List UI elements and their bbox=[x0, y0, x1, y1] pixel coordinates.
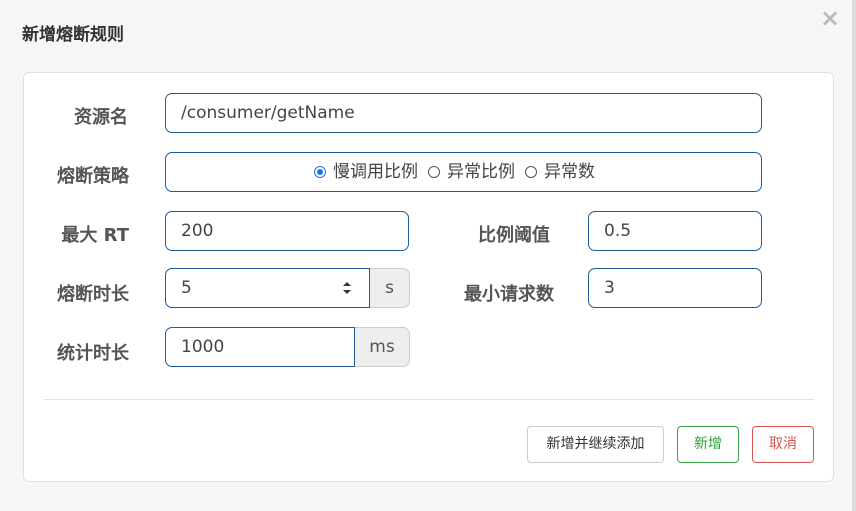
resource-label: 资源名 bbox=[74, 107, 128, 128]
stat-duration-unit: ms bbox=[355, 327, 410, 367]
max-rt-input[interactable]: 200 bbox=[165, 211, 409, 251]
min-requests-input[interactable]: 3 bbox=[588, 268, 762, 308]
stat-duration-input[interactable]: 1000 bbox=[165, 327, 355, 367]
radio-slow-ratio-circle[interactable] bbox=[314, 166, 326, 178]
min-requests-label: 最小请求数 bbox=[464, 284, 554, 305]
ratio-threshold-label: 比例阈值 bbox=[478, 225, 550, 246]
close-icon[interactable]: × bbox=[818, 6, 842, 30]
resource-input[interactable]: /consumer/getName bbox=[165, 93, 762, 133]
form-panel: 资源名 /consumer/getName 熔断策略 慢调用比例 异常比例 异常… bbox=[23, 72, 834, 482]
radio-error-ratio-label: 异常比例 bbox=[447, 162, 515, 182]
ratio-threshold-input[interactable]: 0.5 bbox=[588, 211, 762, 251]
background-strip bbox=[852, 0, 856, 511]
add-button[interactable]: 新增 bbox=[677, 426, 739, 463]
stepper-icon[interactable] bbox=[342, 281, 352, 295]
break-duration-input[interactable]: 5 bbox=[165, 268, 370, 308]
dialog-title: 新增熔断规则 bbox=[22, 25, 124, 45]
break-duration-label: 熔断时长 bbox=[57, 284, 129, 305]
strategy-radio-box: 慢调用比例 异常比例 异常数 bbox=[165, 152, 762, 192]
strategy-label: 熔断策略 bbox=[57, 166, 129, 187]
cancel-button[interactable]: 取消 bbox=[752, 426, 814, 463]
radio-error-ratio-circle[interactable] bbox=[428, 166, 440, 178]
stat-duration-label: 统计时长 bbox=[57, 343, 129, 364]
rule-dialog: 新增熔断规则 × 资源名 /consumer/getName 熔断策略 慢调用比… bbox=[0, 0, 853, 511]
break-duration-unit: s bbox=[370, 268, 410, 308]
radio-error-count[interactable]: 异常数 bbox=[525, 153, 595, 191]
radio-error-count-circle[interactable] bbox=[525, 166, 537, 178]
max-rt-label: 最大 RT bbox=[61, 225, 129, 246]
add-continue-button[interactable]: 新增并继续添加 bbox=[527, 426, 664, 463]
break-duration-value: 5 bbox=[181, 278, 192, 298]
radio-slow-ratio-label: 慢调用比例 bbox=[333, 162, 418, 182]
radio-slow-ratio[interactable]: 慢调用比例 bbox=[314, 153, 418, 191]
radio-error-ratio[interactable]: 异常比例 bbox=[428, 153, 515, 191]
divider bbox=[43, 399, 814, 400]
strategy-radio-group: 慢调用比例 异常比例 异常数 bbox=[314, 153, 605, 191]
radio-error-count-label: 异常数 bbox=[544, 162, 595, 182]
